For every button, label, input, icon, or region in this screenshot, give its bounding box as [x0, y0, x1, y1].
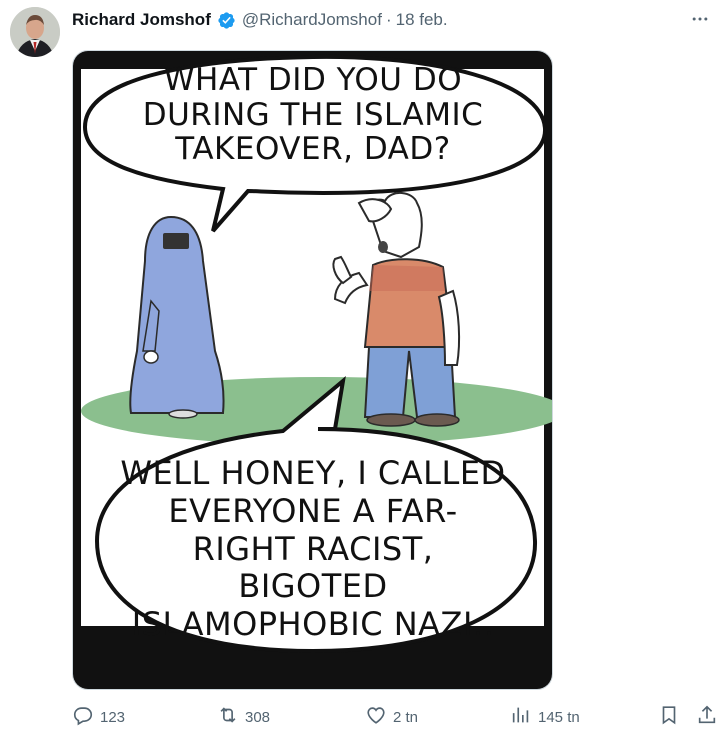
share-button[interactable]: [696, 704, 718, 730]
views-count: 145 tn: [538, 708, 580, 726]
avatar[interactable]: [10, 7, 60, 57]
reply-count: 123: [100, 708, 126, 726]
verified-badge-icon: [217, 11, 236, 30]
like-count: 2 tn: [393, 708, 419, 726]
repost-count: 308: [245, 708, 271, 726]
top-speech-bubble: WHAT DID YOU DO DURING THE ISLAMIC TAKEO…: [142, 62, 484, 168]
bookmark-button[interactable]: [658, 704, 680, 730]
separator: ·: [385, 10, 392, 29]
bottom-speech-bubble: WELL HONEY, I CALLED EVERYONE A FAR-RIGH…: [120, 454, 506, 643]
author-name[interactable]: Richard Jomshof: [72, 10, 211, 30]
reply-button[interactable]: 123: [72, 704, 125, 730]
like-button[interactable]: 2 tn: [365, 704, 418, 730]
bookmark-icon: [658, 704, 680, 730]
repost-icon: [217, 704, 239, 730]
reply-icon: [72, 704, 94, 730]
repost-button[interactable]: 308: [217, 704, 270, 730]
like-icon: [365, 704, 387, 730]
views-icon: [510, 704, 532, 730]
author-handle[interactable]: @RichardJomshof: [242, 10, 382, 30]
views-button[interactable]: 145 tn: [510, 704, 580, 730]
tweet-header: Richard Jomshof @RichardJomshof · 18 feb…: [72, 8, 727, 32]
action-bar: 123 308 2 tn 145 tn: [72, 704, 727, 730]
more-icon[interactable]: [687, 6, 713, 32]
share-icon: [696, 704, 718, 730]
post-date[interactable]: 18 feb.: [396, 10, 448, 30]
comic-image[interactable]: WHAT DID YOU DO DURING THE ISLAMIC TAKEO…: [72, 50, 553, 690]
